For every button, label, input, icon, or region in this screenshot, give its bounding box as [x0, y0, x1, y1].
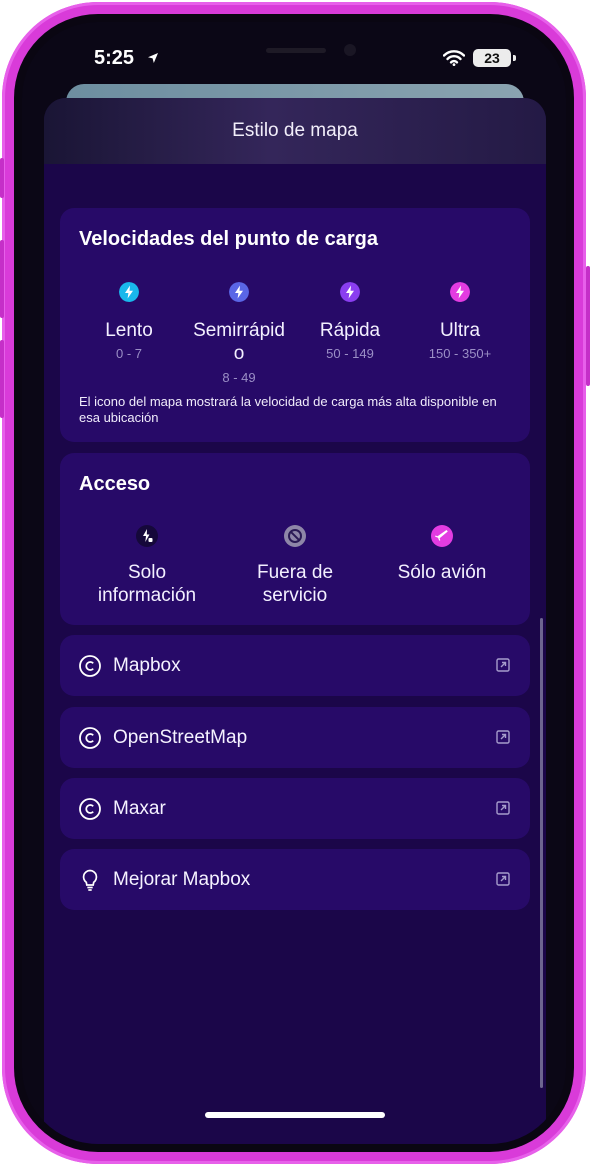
- link-label: Mapbox: [113, 655, 181, 676]
- speed-ultra: Ultra 150 - 350+: [405, 282, 515, 382]
- scrollbar[interactable]: [540, 618, 543, 1088]
- link-label: Mejorar Mapbox: [113, 869, 251, 890]
- bolt-icon: [450, 282, 470, 302]
- phone-power-button: [586, 266, 590, 386]
- screen: 5:25 23 Estilo de mapa Velocidades del p…: [22, 22, 566, 1144]
- copyright-icon: [79, 655, 101, 677]
- access-label: Sólo avión: [397, 562, 487, 583]
- phone-side-button: [0, 158, 4, 198]
- status-bar: 5:25 23: [22, 22, 566, 92]
- external-link-icon: [496, 658, 510, 672]
- speed-name-continued: o: [233, 343, 245, 364]
- access-card: Acceso Solo información Fuera de servici…: [60, 453, 530, 625]
- charging-speeds-title: Velocidades del punto de carga: [79, 228, 378, 250]
- blocked-icon: [284, 525, 306, 547]
- battery-tip: [513, 55, 516, 61]
- speed-range: 50 - 149: [326, 346, 374, 361]
- speed-slow: Lento 0 - 7: [74, 282, 184, 382]
- access-info-only: Solo información: [72, 525, 222, 615]
- battery-indicator: 23: [473, 49, 511, 67]
- link-label: Maxar: [113, 798, 166, 819]
- access-label-line2: información: [97, 585, 197, 606]
- info-bolt-icon: [136, 525, 158, 547]
- map-style-sheet: Estilo de mapa Velocidades del punto de …: [44, 98, 546, 1144]
- speed-name: Semirrápid: [193, 320, 285, 341]
- status-time: 5:25: [94, 47, 135, 69]
- access-title: Acceso: [79, 473, 151, 495]
- home-indicator[interactable]: [205, 1112, 385, 1118]
- phone-volume-up-button: [0, 240, 4, 318]
- access-label-line2: servicio: [262, 585, 328, 606]
- link-label: OpenStreetMap: [113, 727, 248, 748]
- access-label: Fuera de: [256, 562, 334, 583]
- charging-speeds-card: Velocidades del punto de carga Lento 0 -…: [60, 208, 530, 442]
- phone-volume-down-button: [0, 340, 4, 418]
- access-label: Solo: [127, 562, 167, 583]
- speed-fast: Rápida 50 - 149: [295, 282, 405, 382]
- speed-name: Lento: [105, 320, 153, 341]
- access-plane-only: Sólo avión: [367, 525, 517, 615]
- speed-range: 8 - 49: [222, 370, 256, 385]
- location-arrow-icon: [148, 53, 158, 63]
- charging-speed-note: El icono del mapa mostrará la velocidad …: [79, 394, 497, 425]
- link-maxar[interactable]: Maxar: [60, 778, 530, 839]
- bolt-icon: [119, 282, 139, 302]
- link-improve-mapbox[interactable]: Mejorar Mapbox: [60, 849, 530, 910]
- link-mapbox[interactable]: Mapbox: [60, 635, 530, 696]
- wifi-icon: [443, 50, 465, 66]
- speed-semi-fast: Semirrápid o 8 - 49: [184, 282, 294, 392]
- access-out-of-service: Fuera de servicio: [220, 525, 370, 615]
- lightbulb-icon: [82, 869, 98, 891]
- bolt-icon: [340, 282, 360, 302]
- copyright-icon: [79, 727, 101, 749]
- front-camera: [344, 44, 356, 56]
- bolt-icon: [229, 282, 249, 302]
- sheet-title: Estilo de mapa: [232, 120, 358, 141]
- copyright-icon: [79, 798, 101, 820]
- external-link-icon: [496, 801, 510, 815]
- speaker-grille: [266, 48, 326, 53]
- airplane-icon: [431, 525, 453, 547]
- link-openstreetmap[interactable]: OpenStreetMap: [60, 707, 530, 768]
- speed-name: Rápida: [319, 320, 381, 341]
- speed-name: Ultra: [439, 320, 481, 341]
- external-link-icon: [496, 872, 510, 886]
- sheet-header: Estilo de mapa: [44, 98, 546, 164]
- speed-range: 0 - 7: [115, 346, 142, 361]
- external-link-icon: [496, 730, 510, 744]
- speed-range: 150 - 350+: [428, 346, 492, 361]
